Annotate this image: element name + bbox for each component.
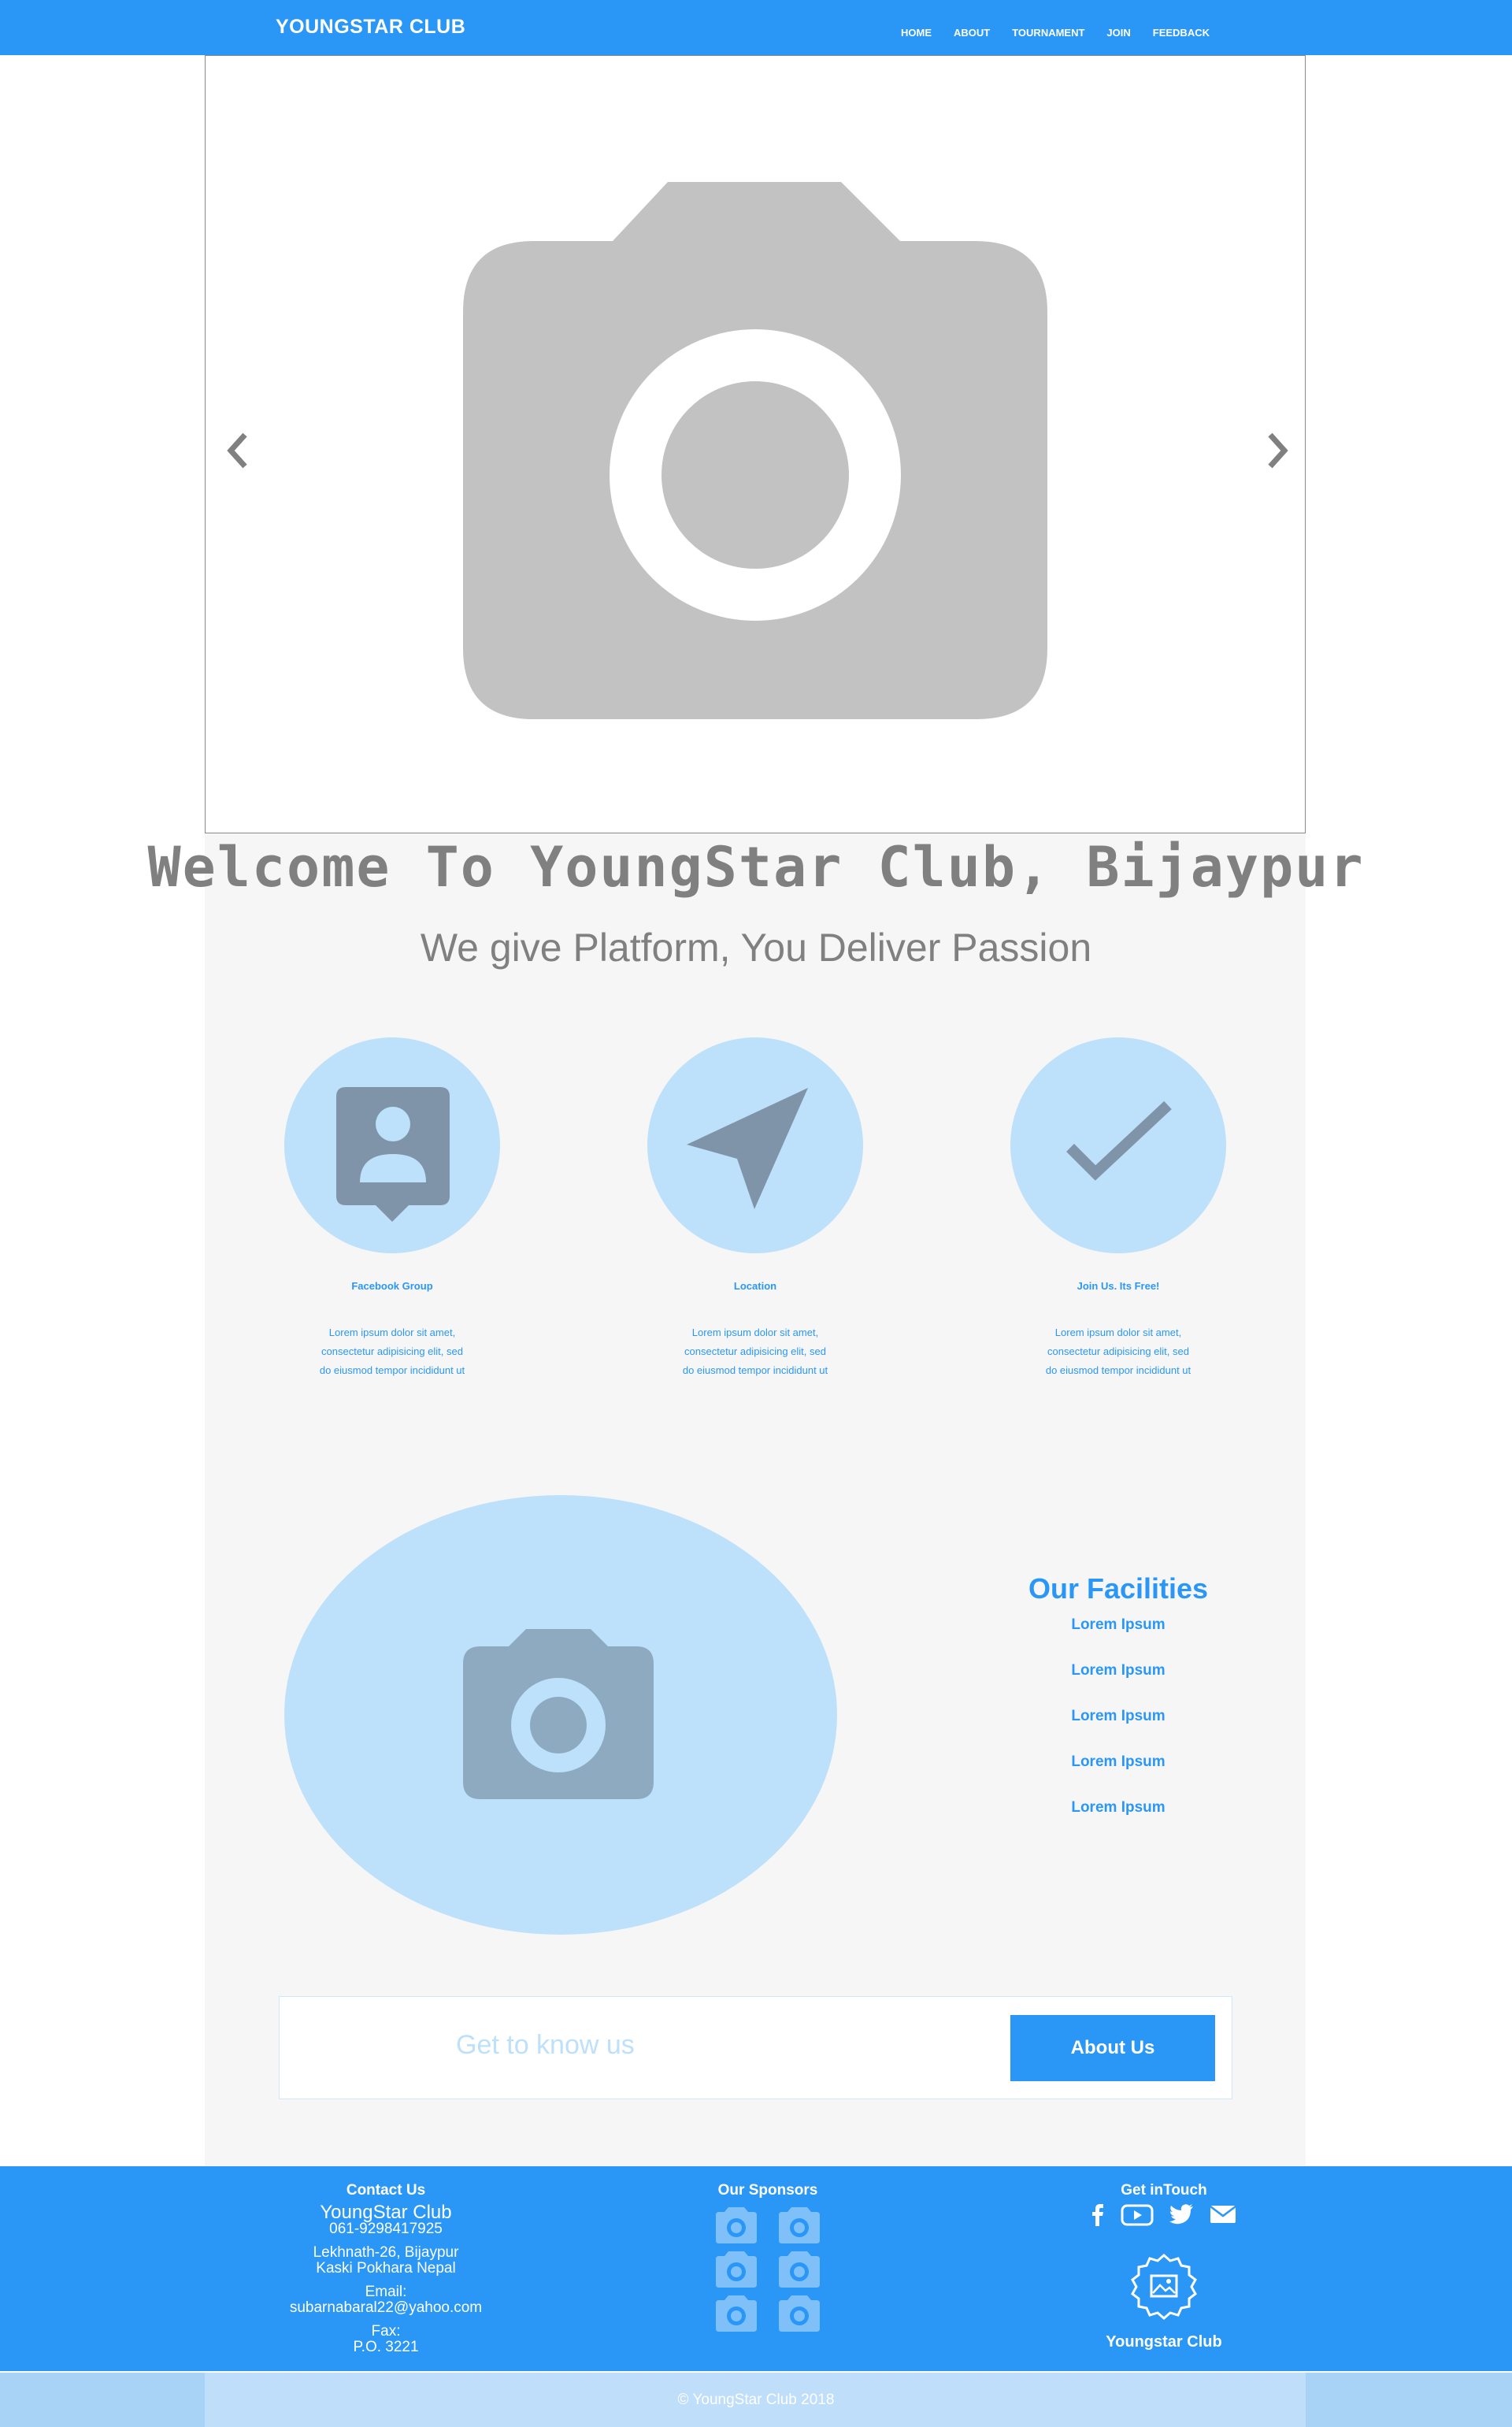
contact-email-label: Email:: [365, 2284, 407, 2300]
site-brand[interactable]: YOUNGSTAR CLUB: [276, 16, 465, 39]
touch-heading: Get inTouch: [1121, 2182, 1207, 2199]
feature-title: Facebook Group: [351, 1280, 433, 1292]
club-badge-icon: [1125, 2252, 1203, 2332]
youtube-icon[interactable]: [1121, 2204, 1154, 2230]
contact-fax-label: Fax:: [371, 2323, 401, 2340]
main-content-panel: [205, 833, 1306, 2166]
feature-desc-line: consectetur adipisicing elit, sed: [321, 1345, 463, 1357]
contact-icon: [336, 1087, 450, 1222]
facility-item: Lorem Ipsum: [1071, 1753, 1166, 1770]
carousel-next-arrow-icon[interactable]: [1261, 430, 1292, 471]
about-us-button[interactable]: About Us: [1010, 2015, 1215, 2081]
feature-circle: [1010, 1037, 1226, 1253]
check-icon: [1066, 1100, 1172, 1181]
feature-desc-line: do eiusmod tempor incididunt ut: [319, 1364, 465, 1376]
contact-address-line: Kaski Pokhara Nepal: [316, 2260, 456, 2277]
feature-description: Lorem ipsum dolor sit amet, consectetur …: [1028, 1323, 1209, 1380]
badge-club-name: Youngstar Club: [1106, 2333, 1222, 2351]
feature-desc-line: consectetur adipisicing elit, sed: [1047, 1345, 1189, 1357]
feature-facebook-group[interactable]: Facebook Group Lorem ipsum dolor sit ame…: [284, 1037, 500, 1380]
contact-phone: 061-9298417925: [329, 2221, 443, 2237]
footer-get-in-touch: Get inTouch Youngstar Club: [1087, 2182, 1241, 2351]
camera-placeholder-icon: [463, 182, 1047, 719]
nav-about[interactable]: ABOUT: [954, 27, 990, 39]
feature-desc-line: do eiusmod tempor incididunt ut: [1045, 1364, 1191, 1376]
top-navbar: YOUNGSTAR CLUB HOME ABOUT TOURNAMENT JOI…: [0, 0, 1512, 55]
contact-club-name: YoungStar Club: [320, 2202, 452, 2223]
feature-join[interactable]: Join Us. Its Free! Lorem ipsum dolor sit…: [1010, 1037, 1226, 1380]
facility-item: Lorem Ipsum: [1071, 1708, 1166, 1724]
copyright-bar: © YoungStar Club 2018: [0, 2373, 1512, 2427]
feature-circle: [284, 1037, 500, 1253]
get-to-know-us-box: Get to know us About Us: [279, 1996, 1232, 2099]
sponsor-camera-icon[interactable]: [716, 2251, 757, 2288]
main-nav: HOME ABOUT TOURNAMENT JOIN FEEDBACK: [901, 27, 1232, 39]
sponsor-camera-icon[interactable]: [716, 2295, 757, 2332]
cta-text: Get to know us: [456, 2030, 635, 2060]
facilities-list: Our Facilities Lorem Ipsum Lorem Ipsum L…: [976, 1572, 1260, 1842]
sponsor-logo-grid: [693, 2207, 843, 2332]
footer-sponsors: Our Sponsors: [693, 2182, 843, 2332]
facebook-icon[interactable]: [1091, 2204, 1104, 2230]
feature-description: Lorem ipsum dolor sit amet, consectetur …: [302, 1323, 483, 1380]
facility-item: Lorem Ipsum: [1071, 1799, 1166, 1816]
nav-home[interactable]: HOME: [901, 27, 932, 39]
feature-desc-line: Lorem ipsum dolor sit amet,: [691, 1327, 819, 1338]
sponsor-camera-icon[interactable]: [779, 2251, 820, 2288]
mail-icon[interactable]: [1210, 2204, 1236, 2230]
nav-join[interactable]: JOIN: [1106, 27, 1130, 39]
camera-icon: [463, 1629, 654, 1799]
feature-desc-line: Lorem ipsum dolor sit amet,: [328, 1327, 456, 1338]
social-links: [1087, 2204, 1241, 2230]
sponsors-heading: Our Sponsors: [717, 2182, 818, 2199]
contact-email[interactable]: subarnabaral22@yahoo.com: [260, 2300, 512, 2316]
contact-fax: P.O. 3221: [353, 2339, 419, 2355]
feature-location[interactable]: Location Lorem ipsum dolor sit amet, con…: [647, 1037, 863, 1380]
copyright-text: © YoungStar Club 2018: [677, 2392, 835, 2408]
sponsor-camera-icon[interactable]: [779, 2295, 820, 2332]
image-carousel: [205, 55, 1306, 833]
sponsor-camera-icon[interactable]: [716, 2207, 757, 2243]
feature-title: Location: [733, 1280, 777, 1292]
feature-circle: [647, 1037, 863, 1253]
nav-feedback[interactable]: FEEDBACK: [1153, 27, 1210, 39]
feature-desc-line: consectetur adipisicing elit, sed: [684, 1345, 826, 1357]
sponsor-camera-icon[interactable]: [779, 2207, 820, 2243]
facility-item: Lorem Ipsum: [1071, 1616, 1166, 1633]
feature-desc-line: Lorem ipsum dolor sit amet,: [1054, 1327, 1182, 1338]
feature-desc-line: do eiusmod tempor incididunt ut: [682, 1364, 828, 1376]
facilities-image-blob: [284, 1495, 837, 1935]
facility-item: Lorem Ipsum: [1071, 1662, 1166, 1679]
nav-tournament[interactable]: TOURNAMENT: [1012, 27, 1084, 39]
contact-heading: Contact Us: [346, 2182, 426, 2199]
twitter-icon[interactable]: [1169, 2204, 1194, 2230]
tagline: We give Platform, You Deliver Passion: [420, 926, 1092, 970]
carousel-prev-arrow-icon[interactable]: [223, 430, 254, 471]
contact-address-line: Lekhnath-26, Bijaypur: [313, 2244, 459, 2261]
footer-contact: Contact Us YoungStar Club 061-9298417925…: [260, 2182, 512, 2355]
footer: Contact Us YoungStar Club 061-9298417925…: [0, 2166, 1512, 2371]
welcome-heading: Welcome To YoungStar Club, Bijaypur: [147, 835, 1365, 900]
facilities-heading: Our Facilities: [1028, 1572, 1209, 1605]
feature-description: Lorem ipsum dolor sit amet, consectetur …: [665, 1323, 846, 1380]
navigation-icon: [687, 1088, 808, 1209]
feature-title: Join Us. Its Free!: [1077, 1280, 1160, 1292]
